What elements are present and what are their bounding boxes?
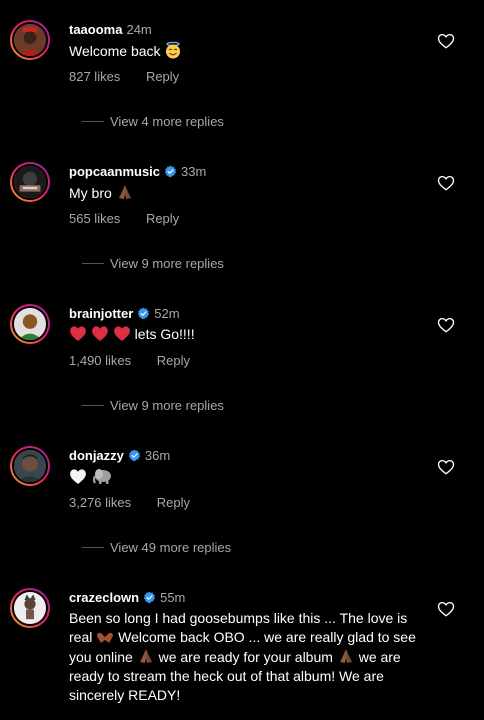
divider-line bbox=[82, 404, 104, 406]
comment-text-part: we are ready for your album bbox=[154, 649, 337, 665]
comment-meta: 565 likes Reply bbox=[69, 211, 179, 226]
comment-header: taaooma 24m bbox=[69, 20, 152, 38]
view-more-label: View 9 more replies bbox=[110, 255, 224, 271]
divider-line bbox=[82, 262, 104, 264]
brainjotter-avatar bbox=[12, 306, 48, 342]
username[interactable]: crazeclown bbox=[69, 590, 139, 605]
heart-outline-icon[interactable] bbox=[437, 458, 455, 476]
folded-hands-icon bbox=[137, 647, 155, 665]
comment-text bbox=[69, 467, 409, 487]
comment-time: 24m bbox=[126, 21, 152, 37]
comment-time: 52m bbox=[154, 305, 180, 321]
donjazzy-avatar bbox=[12, 448, 48, 484]
comment-meta: 1,490 likes Reply bbox=[69, 353, 190, 368]
avatar[interactable] bbox=[10, 162, 50, 202]
comment-popcaanmusic: popcaanmusic 33m My bro 565 likes Reply … bbox=[0, 162, 484, 272]
crazeclown-avatar bbox=[12, 590, 48, 626]
comment-text: Welcome back bbox=[69, 41, 409, 61]
username[interactable]: brainjotter bbox=[69, 306, 133, 321]
comment-time: 33m bbox=[181, 163, 207, 179]
white-heart-icon bbox=[69, 468, 87, 485]
folded-hands-icon bbox=[337, 647, 355, 665]
verified-badge-icon bbox=[137, 307, 150, 320]
popcaanmusic-avatar bbox=[12, 164, 48, 200]
heart-outline-icon[interactable] bbox=[437, 174, 455, 192]
like-count[interactable]: 565 likes bbox=[69, 211, 120, 226]
avatar[interactable] bbox=[10, 588, 50, 628]
heart-hands-icon bbox=[96, 631, 114, 645]
reply-button[interactable]: Reply bbox=[146, 69, 179, 84]
view-more-label: View 49 more replies bbox=[110, 539, 232, 555]
comment-time: 55m bbox=[160, 589, 186, 605]
view-more-replies[interactable]: View 4 more replies bbox=[82, 113, 224, 129]
taaooma-avatar bbox=[12, 22, 48, 58]
elephant-icon bbox=[91, 467, 113, 485]
username[interactable]: popcaanmusic bbox=[69, 164, 160, 179]
comment-header: brainjotter 52m bbox=[69, 304, 180, 322]
view-more-replies[interactable]: View 9 more replies bbox=[82, 397, 224, 413]
avatar[interactable] bbox=[10, 446, 50, 486]
reply-button[interactable]: Reply bbox=[157, 353, 190, 368]
verified-badge-icon bbox=[143, 591, 156, 604]
heart-outline-icon[interactable] bbox=[437, 32, 455, 50]
comment-text-body: Welcome back bbox=[69, 43, 161, 59]
comment-donjazzy: donjazzy 36m 3,276 likes Reply View 49 m… bbox=[0, 446, 484, 556]
comment-header: donjazzy 36m bbox=[69, 446, 170, 464]
comment-header: popcaanmusic 33m bbox=[69, 162, 206, 180]
view-more-label: View 4 more replies bbox=[110, 113, 224, 129]
view-more-replies[interactable]: View 9 more replies bbox=[82, 255, 224, 271]
smiling-face-with-halo-icon bbox=[164, 41, 182, 59]
reply-button[interactable]: Reply bbox=[157, 495, 190, 510]
comment-meta: 3,276 likes Reply bbox=[69, 495, 190, 510]
comment-brainjotter: brainjotter 52m lets Go!!!! 1,490 likes … bbox=[0, 304, 484, 414]
avatar[interactable] bbox=[10, 304, 50, 344]
verified-badge-icon bbox=[164, 165, 177, 178]
verified-badge-icon bbox=[128, 449, 141, 462]
red-heart-icon bbox=[113, 325, 131, 342]
like-count[interactable]: 1,490 likes bbox=[69, 353, 131, 368]
folded-hands-icon bbox=[116, 183, 134, 201]
heart-outline-icon[interactable] bbox=[437, 316, 455, 334]
like-count[interactable]: 3,276 likes bbox=[69, 495, 131, 510]
divider-line bbox=[82, 546, 104, 548]
avatar[interactable] bbox=[10, 20, 50, 60]
view-more-replies[interactable]: View 49 more replies bbox=[82, 539, 231, 555]
reply-button[interactable]: Reply bbox=[146, 211, 179, 226]
view-more-label: View 9 more replies bbox=[110, 397, 224, 413]
comment-taaooma: taaooma 24m Welcome back 827 likes Reply… bbox=[0, 20, 484, 130]
red-heart-icon bbox=[91, 325, 109, 342]
username[interactable]: taaooma bbox=[69, 22, 122, 37]
comment-meta: 827 likes Reply bbox=[69, 69, 179, 84]
like-count[interactable]: 827 likes bbox=[69, 69, 120, 84]
comment-crazeclown: crazeclown 55m Been so long I had gooseb… bbox=[0, 588, 484, 720]
comment-text-body: My bro bbox=[69, 185, 112, 201]
red-heart-icon bbox=[69, 325, 87, 342]
comment-time: 36m bbox=[144, 447, 171, 463]
comment-text: lets Go!!!! bbox=[69, 325, 409, 344]
comment-text-body: lets Go!!!! bbox=[134, 326, 195, 342]
comment-header: crazeclown 55m bbox=[69, 588, 185, 606]
comment-text: Been so long I had goosebumps like this … bbox=[69, 609, 419, 705]
divider-line bbox=[82, 120, 104, 122]
username[interactable]: donjazzy bbox=[69, 448, 124, 463]
heart-outline-icon[interactable] bbox=[437, 600, 455, 618]
comment-text: My bro bbox=[69, 183, 409, 203]
